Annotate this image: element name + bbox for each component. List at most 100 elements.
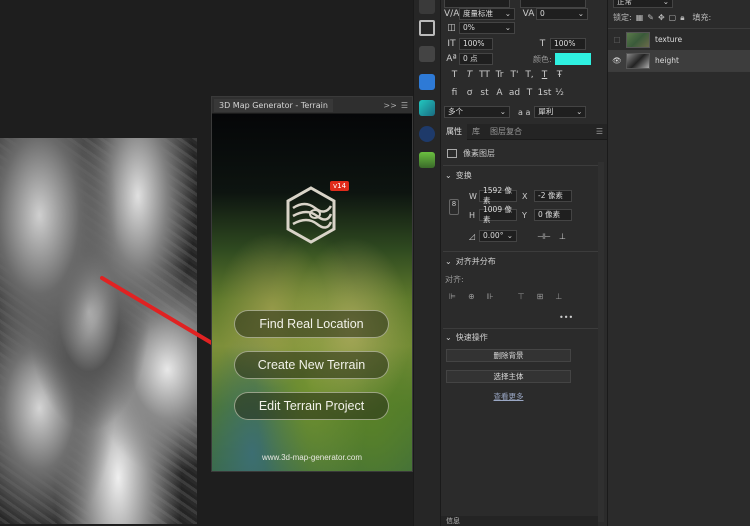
edit-terrain-project-button[interactable]: Edit Terrain Project <box>234 392 389 420</box>
tracking-field[interactable]: 0 ⌄ <box>536 8 588 20</box>
faux-italic-icon[interactable]: T <box>462 70 477 80</box>
align-left-icon[interactable]: ⊫ <box>449 292 456 301</box>
visibility-off-icon[interactable]: □ <box>608 35 626 44</box>
language-dropdown[interactable]: 多个 ⌄ <box>444 106 510 118</box>
panel-menu-icon[interactable]: ☰ <box>596 127 603 136</box>
layer-row-height[interactable]: 👁︎ height <box>608 50 750 71</box>
tab-libraries[interactable]: 库 <box>467 124 485 140</box>
antialias-dropdown[interactable]: 犀利 ⌄ <box>534 106 587 118</box>
tab-properties[interactable]: 属性 <box>441 123 467 140</box>
chevron-down-icon: ⌄ <box>445 333 452 342</box>
text-color-swatch[interactable] <box>554 53 591 65</box>
height-field[interactable]: 1009 像素 <box>479 205 517 224</box>
align-bottom-icon[interactable]: ⊥ <box>555 292 562 301</box>
cloud-icon[interactable] <box>419 74 435 90</box>
grid-icon[interactable] <box>419 0 435 14</box>
cube-icon[interactable] <box>419 20 435 36</box>
baseline-shift-field[interactable]: 0 点 <box>459 53 493 65</box>
subscript-icon[interactable]: T, <box>522 70 537 80</box>
small-caps-icon[interactable]: Tr <box>492 70 507 80</box>
align-buttons-row: ⊫ ⊕ ⊪ ⊤ ⊞ ⊥ <box>449 292 562 301</box>
tab-layer-comps[interactable]: 图层复合 <box>485 124 527 140</box>
align-section-header[interactable]: ⌄ 对齐并分布 <box>445 256 496 267</box>
stylistic-alternates-icon[interactable]: ad <box>507 88 522 98</box>
panel-menu-icon[interactable]: ☰ <box>401 101 408 110</box>
lock-transparent-icon[interactable]: ▦ <box>636 13 644 22</box>
plugin-terrain-background: v14 Find Real Location Create New Terrai… <box>212 114 412 471</box>
antialias-icon: a a <box>518 107 531 117</box>
angle-field[interactable]: 0.00° ⌄ <box>479 230 517 242</box>
version-badge: v14 <box>330 181 350 191</box>
discretionary-ligature-icon[interactable]: st <box>477 88 492 98</box>
more-options-icon[interactable]: ••• <box>559 313 573 322</box>
align-middle-v-icon[interactable]: ⊞ <box>537 292 544 301</box>
plugin-blue-icon[interactable] <box>419 126 435 142</box>
collapse-icon[interactable]: >> <box>383 101 396 110</box>
strikethrough-icon[interactable]: Ŧ <box>552 70 567 80</box>
lock-artboard-icon[interactable]: ▢ <box>669 13 677 22</box>
all-caps-icon[interactable]: TT <box>477 70 492 80</box>
pixel-layer-icon <box>447 149 457 158</box>
faux-bold-icon[interactable]: T <box>447 70 462 80</box>
swatch-icon[interactable] <box>419 46 435 62</box>
chevron-down-icon: ⌄ <box>445 171 452 180</box>
vertical-scale-field[interactable]: 100% <box>459 38 493 50</box>
lock-position-icon[interactable]: ✥ <box>658 13 665 22</box>
link-dimensions-icon[interactable]: 8 <box>449 199 459 215</box>
properties-scrollbar[interactable] <box>598 162 604 522</box>
superscript-icon[interactable]: T' <box>507 70 522 80</box>
width-field[interactable]: 1592 像素 <box>479 186 517 205</box>
horizontal-scale-icon: T <box>539 39 546 49</box>
kerning-field[interactable]: 度量标准 ⌄ <box>459 8 515 20</box>
align-right-icon[interactable]: ⊪ <box>487 292 494 301</box>
lock-paint-icon[interactable]: ✎ <box>647 13 654 22</box>
x-position-field[interactable]: -2 像素 <box>534 190 572 202</box>
layers-panel: 正常 ⌄ 锁定: ▦ ✎ ✥ ▢ 🔒︎ 填充: □ texture 👁︎ heig… <box>608 0 750 526</box>
tracking-method-icon: V/A <box>444 9 460 19</box>
align-label: 对齐: <box>445 275 464 284</box>
flip-vertical-icon[interactable]: ⊥ <box>559 232 566 241</box>
tsume-field[interactable]: 0% ⌄ <box>459 22 515 34</box>
quick-actions-section-header[interactable]: ⌄ 快速操作 <box>445 332 488 343</box>
horizontal-scale-field[interactable]: 100% <box>550 38 586 50</box>
plugin-teal-icon[interactable] <box>419 100 435 116</box>
proportional-spacing-icon: ◫ <box>447 23 456 33</box>
titling-alternates-icon[interactable]: T <box>522 88 537 98</box>
fractions-icon[interactable]: ½ <box>552 88 567 98</box>
align-top-icon[interactable]: ⊤ <box>518 292 525 301</box>
layer-row-texture[interactable]: □ texture <box>608 29 750 50</box>
terrain-plugin-icon[interactable] <box>419 152 435 168</box>
blend-mode-dropdown[interactable]: 正常 ⌄ <box>613 0 673 8</box>
layer-thumbnail <box>626 31 650 48</box>
font-size-field[interactable] <box>444 0 510 8</box>
swash-icon[interactable]: A <box>492 88 507 98</box>
website-link[interactable]: www.3d-map-generator.com <box>212 453 412 462</box>
ligature-icon[interactable]: fi <box>447 88 462 98</box>
vertical-scale-icon: IT <box>447 39 456 49</box>
create-new-terrain-button[interactable]: Create New Terrain <box>234 351 389 379</box>
info-tab[interactable]: 信息 <box>441 516 598 526</box>
underline-icon[interactable]: T <box>537 70 552 80</box>
ordinals-icon[interactable]: 1st <box>537 88 552 98</box>
old-style-icon[interactable]: ơ <box>462 88 477 98</box>
select-subject-button[interactable]: 选择主体 <box>446 370 571 383</box>
eye-icon[interactable]: 👁︎ <box>608 56 626 65</box>
layer-name: texture <box>655 35 683 44</box>
plugin-tab-title[interactable]: 3D Map Generator - Terrain <box>214 98 333 112</box>
align-center-h-icon[interactable]: ⊕ <box>468 292 475 301</box>
text-style-row: T T TT Tr T' T, T Ŧ <box>447 70 567 80</box>
properties-tabs: 属性 库 图层复合 ☰ <box>441 123 607 140</box>
leading-field[interactable] <box>520 0 586 8</box>
character-panel: V/A 度量标准 ⌄ VA 0 ⌄ ◫ 0% ⌄ IT 100% T 100% Aª … <box>441 0 608 124</box>
baseline-shift-icon: Aª <box>446 54 457 64</box>
flip-horizontal-icon[interactable]: ⊣⊢ <box>537 232 551 241</box>
remove-background-button[interactable]: 删除背景 <box>446 349 571 362</box>
transform-section-header[interactable]: ⌄ 变换 <box>445 170 472 181</box>
tracking-icon: VA <box>522 9 535 19</box>
opentype-row: fi ơ st A ad T 1st ½ <box>447 88 567 98</box>
lock-all-icon[interactable]: 🔒︎ <box>680 13 684 23</box>
photoshop-window: 3D Map Generator - Terrain >> ☰ v14 Find… <box>0 0 750 526</box>
find-real-location-button[interactable]: Find Real Location <box>234 310 389 338</box>
y-position-field[interactable]: 0 像素 <box>534 209 572 221</box>
see-more-link[interactable]: 查看更多 <box>446 391 571 402</box>
